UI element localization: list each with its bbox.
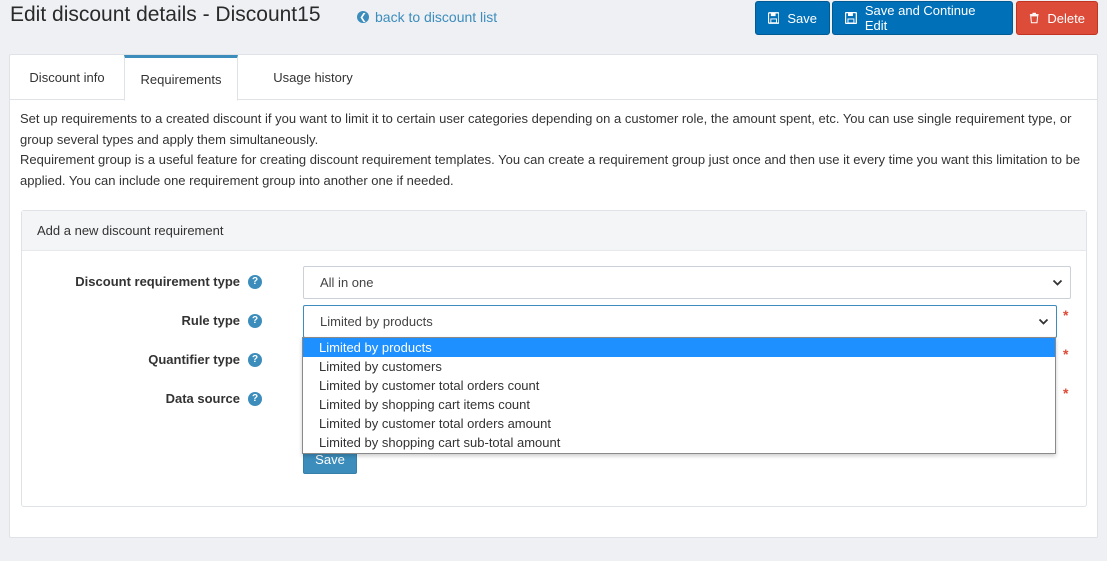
arrow-circle-left-icon: ❮ bbox=[357, 11, 369, 23]
discount-panel: Discount info Requirements Usage history… bbox=[9, 54, 1098, 538]
label-text: Rule type bbox=[181, 313, 240, 328]
delete-button-label: Delete bbox=[1047, 10, 1085, 26]
page-header: Edit discount details - Discount15 ❮ bac… bbox=[0, 0, 1107, 40]
tab-requirements[interactable]: Requirements bbox=[124, 55, 238, 101]
save-button[interactable]: Save bbox=[755, 1, 830, 35]
required-marker: * bbox=[1063, 307, 1069, 323]
rule-type-dropdown-list: Limited by products Limited by customers… bbox=[302, 337, 1056, 454]
label-text: Quantifier type bbox=[148, 352, 240, 367]
save-and-continue-button[interactable]: Save and Continue Edit bbox=[832, 1, 1013, 35]
requirement-type-label: Discount requirement type ? bbox=[42, 274, 262, 289]
requirement-type-select[interactable]: All in one bbox=[303, 266, 1071, 299]
dropdown-option[interactable]: Limited by customers bbox=[303, 357, 1055, 376]
rule-type-label: Rule type ? bbox=[42, 313, 262, 328]
description-paragraph-2: Requirement group is a useful feature fo… bbox=[20, 152, 1081, 188]
select-value: Limited by products bbox=[320, 314, 433, 329]
dropdown-option[interactable]: Limited by shopping cart sub-total amoun… bbox=[303, 433, 1055, 452]
tab-usage-history[interactable]: Usage history bbox=[238, 55, 388, 100]
floppy-disk-icon bbox=[768, 12, 780, 24]
page-title: Edit discount details - Discount15 bbox=[10, 3, 321, 26]
trash-icon bbox=[1029, 12, 1039, 24]
label-text: Discount requirement type bbox=[75, 274, 240, 289]
delete-button[interactable]: Delete bbox=[1016, 1, 1098, 35]
tab-bar: Discount info Requirements Usage history bbox=[10, 55, 1097, 101]
back-to-list-link[interactable]: ❮ back to discount list bbox=[357, 9, 497, 25]
dropdown-option[interactable]: Limited by customer total orders amount bbox=[303, 414, 1055, 433]
back-link-label: back to discount list bbox=[375, 9, 498, 25]
dropdown-option[interactable]: Limited by shopping cart items count bbox=[303, 395, 1055, 414]
save-and-continue-label: Save and Continue Edit bbox=[864, 3, 976, 33]
tab-label: Discount info bbox=[29, 70, 105, 85]
tab-label: Usage history bbox=[273, 70, 353, 85]
tab-label: Requirements bbox=[140, 71, 222, 87]
required-marker: * bbox=[1063, 385, 1069, 401]
requirements-description: Set up requirements to a created discoun… bbox=[20, 109, 1090, 191]
question-circle-icon[interactable]: ? bbox=[248, 391, 262, 406]
question-circle-icon[interactable]: ? bbox=[248, 352, 262, 367]
required-marker: * bbox=[1063, 346, 1069, 362]
chevron-down-icon bbox=[1038, 318, 1049, 325]
data-source-label: Data source ? bbox=[42, 391, 262, 406]
label-text: Data source bbox=[165, 391, 240, 406]
question-circle-icon[interactable]: ? bbox=[248, 313, 262, 328]
quantifier-type-label: Quantifier type ? bbox=[42, 352, 262, 367]
rule-type-select[interactable]: Limited by products bbox=[303, 305, 1057, 338]
description-paragraph-1: Set up requirements to a created discoun… bbox=[20, 111, 1072, 147]
floppy-disk-icon bbox=[845, 12, 857, 24]
chevron-down-icon bbox=[1052, 279, 1063, 286]
box-title: Add a new discount requirement bbox=[22, 211, 1086, 251]
question-circle-icon[interactable]: ? bbox=[248, 274, 262, 289]
dropdown-option[interactable]: Limited by products bbox=[303, 338, 1055, 357]
select-value: All in one bbox=[320, 275, 374, 290]
save-button-label: Save bbox=[787, 10, 817, 26]
dropdown-option[interactable]: Limited by customer total orders count bbox=[303, 376, 1055, 395]
tab-discount-info[interactable]: Discount info bbox=[10, 55, 124, 100]
